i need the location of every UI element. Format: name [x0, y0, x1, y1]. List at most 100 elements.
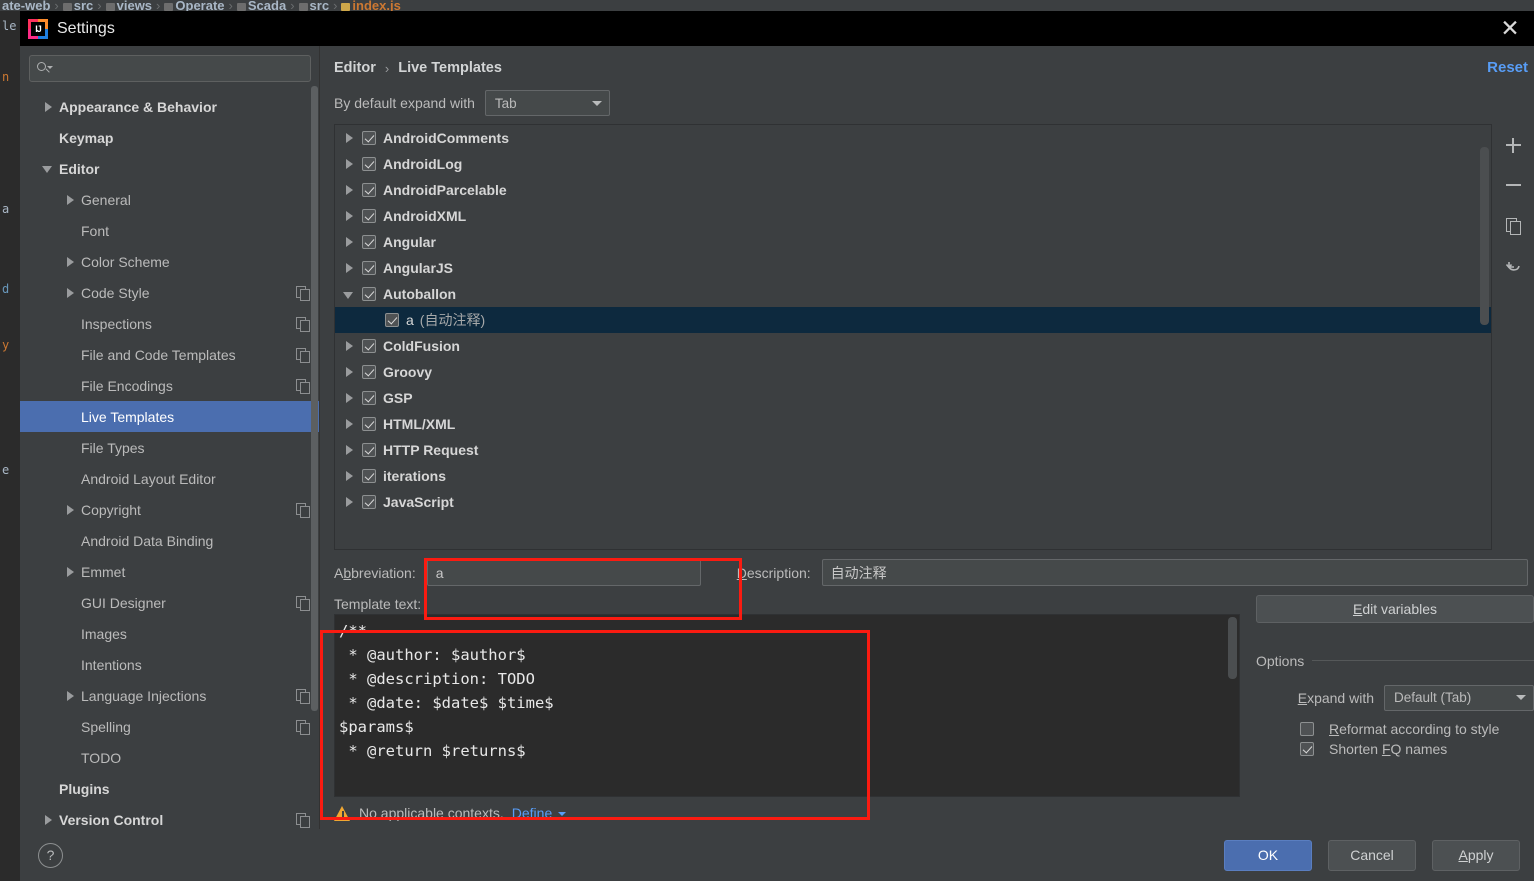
template-group-row[interactable]: Groovy — [335, 359, 1491, 385]
template-enabled-checkbox[interactable] — [362, 339, 376, 353]
chevron-right-icon[interactable] — [343, 418, 356, 431]
chevron-right-icon[interactable] — [343, 262, 356, 275]
chevron-right-icon[interactable] — [343, 210, 356, 223]
settings-category-tree[interactable]: Appearance & Behavior Keymap Editor General… — [20, 90, 319, 829]
search-box[interactable] — [29, 55, 311, 82]
sidebar-item-language-injections[interactable]: Language Injections — [20, 680, 319, 711]
close-icon[interactable]: ✕ — [1494, 11, 1526, 46]
template-text-editor[interactable]: /** * @author: $author$ * @description: … — [334, 613, 1240, 797]
default-expand-combo[interactable]: Tab — [484, 90, 610, 116]
reformat-checkbox[interactable] — [1300, 721, 1314, 736]
breadcrumb-item-editor[interactable]: Editor — [334, 60, 376, 76]
sidebar-item-file-types[interactable]: File Types — [20, 432, 319, 463]
ide-breadcrumb-item[interactable]: src — [74, 0, 94, 11]
sidebar-item-code-style[interactable]: Code Style — [20, 277, 319, 308]
cancel-button[interactable]: Cancel — [1328, 839, 1416, 871]
chevron-right-icon[interactable] — [64, 689, 77, 702]
sidebar-item-live-templates[interactable]: Live Templates — [20, 401, 319, 432]
sidebar-item-emmet[interactable]: Emmet — [20, 556, 319, 587]
template-enabled-checkbox[interactable] — [362, 235, 376, 249]
sidebar-item-spelling[interactable]: Spelling — [20, 711, 319, 742]
chevron-right-icon[interactable] — [343, 470, 356, 483]
chevron-right-icon[interactable] — [42, 813, 55, 826]
sidebar-item-version-control[interactable]: Version Control — [20, 804, 319, 829]
template-editor-scrollbar-thumb[interactable] — [1228, 616, 1237, 679]
description-input[interactable]: 自动注释 — [821, 559, 1528, 586]
template-group-row[interactable]: Angular — [335, 229, 1491, 255]
template-group-row[interactable]: AndroidParcelable — [335, 177, 1491, 203]
template-list-scrollbar-thumb[interactable] — [1480, 147, 1489, 325]
template-enabled-checkbox[interactable] — [362, 391, 376, 405]
ide-breadcrumb-item[interactable]: Scada — [248, 0, 286, 11]
sidebar-item-inspections[interactable]: Inspections — [20, 308, 319, 339]
chevron-down-icon[interactable] — [343, 288, 356, 301]
chevron-down-icon[interactable] — [42, 162, 55, 175]
chevron-right-icon[interactable] — [343, 366, 356, 379]
abbreviation-input[interactable]: a — [426, 559, 701, 586]
sidebar-item-color-scheme[interactable]: Color Scheme — [20, 246, 319, 277]
sidebar-item-editor[interactable]: Editor — [20, 153, 319, 184]
sidebar-item-gui-designer[interactable]: GUI Designer — [20, 587, 319, 618]
template-group-row[interactable]: HTTP Request — [335, 437, 1491, 463]
sidebar-scrollbar-thumb[interactable] — [311, 86, 318, 711]
sidebar-item-android-data-binding[interactable]: Android Data Binding — [20, 525, 319, 556]
search-input[interactable] — [50, 60, 303, 77]
template-group-row[interactable]: iterations — [335, 463, 1491, 489]
sidebar-item-images[interactable]: Images — [20, 618, 319, 649]
ide-breadcrumb-item[interactable]: ate-web — [2, 0, 50, 11]
define-link[interactable]: Define — [512, 805, 567, 821]
remove-template-button[interactable] — [1500, 172, 1526, 198]
shorten-fq-checkbox[interactable] — [1300, 741, 1314, 756]
duplicate-template-button[interactable] — [1500, 212, 1526, 238]
template-group-row[interactable]: a (自动注释) — [335, 307, 1491, 333]
chevron-right-icon[interactable] — [343, 158, 356, 171]
sidebar-item-intentions[interactable]: Intentions — [20, 649, 319, 680]
chevron-right-icon[interactable] — [343, 184, 356, 197]
template-enabled-checkbox[interactable] — [362, 131, 376, 145]
apply-button[interactable]: Apply — [1432, 839, 1520, 871]
template-enabled-checkbox[interactable] — [362, 365, 376, 379]
ide-breadcrumb-item[interactable]: src — [310, 0, 330, 11]
sidebar-scrollbar[interactable] — [311, 86, 318, 786]
sidebar-item-general[interactable]: General — [20, 184, 319, 215]
ide-breadcrumb-item[interactable]: index.js — [352, 0, 400, 11]
sidebar-item-copyright[interactable]: Copyright — [20, 494, 319, 525]
template-enabled-checkbox[interactable] — [362, 261, 376, 275]
sidebar-item-android-layout-editor[interactable]: Android Layout Editor — [20, 463, 319, 494]
chevron-right-icon[interactable] — [343, 340, 356, 353]
expand-with-combo[interactable]: Default (Tab) — [1384, 684, 1534, 711]
sidebar-item-plugins[interactable]: Plugins — [20, 773, 319, 804]
template-group-row[interactable]: GSP — [335, 385, 1491, 411]
template-enabled-checkbox[interactable] — [362, 417, 376, 431]
sidebar-item-appearance-behavior[interactable]: Appearance & Behavior — [20, 91, 319, 122]
sidebar-item-file-and-code-templates[interactable]: File and Code Templates — [20, 339, 319, 370]
template-group-row[interactable]: AngularJS — [335, 255, 1491, 281]
chevron-right-icon[interactable] — [343, 236, 356, 249]
help-button[interactable]: ? — [38, 842, 63, 868]
template-enabled-checkbox[interactable] — [362, 209, 376, 223]
edit-variables-button[interactable]: Edit variables — [1256, 594, 1534, 623]
template-enabled-checkbox[interactable] — [362, 495, 376, 509]
chevron-right-icon[interactable] — [343, 444, 356, 457]
reformat-checkbox-row[interactable]: Reformat according to style — [1256, 721, 1534, 737]
chevron-right-icon[interactable] — [64, 565, 77, 578]
add-template-button[interactable] — [1500, 132, 1526, 158]
chevron-right-icon[interactable] — [343, 132, 356, 145]
template-enabled-checkbox[interactable] — [362, 183, 376, 197]
template-group-row[interactable]: AndroidLog — [335, 151, 1491, 177]
template-enabled-checkbox[interactable] — [385, 313, 399, 327]
reset-link[interactable]: Reset — [1487, 59, 1528, 76]
template-group-row[interactable]: AndroidXML — [335, 203, 1491, 229]
template-group-row[interactable]: AndroidComments — [335, 125, 1491, 151]
template-enabled-checkbox[interactable] — [362, 469, 376, 483]
ide-breadcrumb-item[interactable]: Operate — [175, 0, 224, 11]
revert-template-button[interactable] — [1500, 252, 1526, 278]
shorten-fq-checkbox-row[interactable]: Shorten FQ names — [1256, 741, 1534, 757]
template-enabled-checkbox[interactable] — [362, 157, 376, 171]
ide-breadcrumb-item[interactable]: views — [117, 0, 152, 11]
template-group-row[interactable]: HTML/XML — [335, 411, 1491, 437]
template-group-row[interactable]: ColdFusion — [335, 333, 1491, 359]
template-list[interactable]: AndroidComments AndroidLog AndroidParcelab… — [334, 124, 1492, 550]
template-enabled-checkbox[interactable] — [362, 287, 376, 301]
sidebar-item-font[interactable]: Font — [20, 215, 319, 246]
